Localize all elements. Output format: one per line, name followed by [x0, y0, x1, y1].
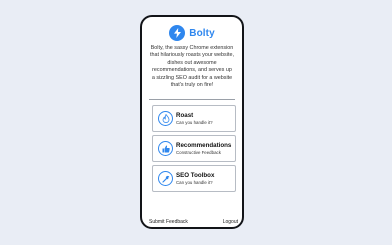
app-header: Bolty: [142, 25, 242, 41]
seo-toolbox-card[interactable]: SEO Toolbox Can you handle it?: [152, 165, 236, 192]
extension-popup: Bolty Bolty, the sassy Chrome extension …: [140, 15, 244, 229]
divider: [149, 99, 235, 100]
thumbs-up-icon: [158, 141, 173, 156]
footer: Submit Feedback Logout: [149, 219, 238, 225]
wrench-icon: [158, 171, 173, 186]
recommendations-card[interactable]: Recommendations Constructive Feedback: [152, 135, 236, 162]
submit-feedback-link[interactable]: Submit Feedback: [149, 219, 188, 225]
logout-link[interactable]: Logout: [223, 219, 238, 225]
card-title: Roast: [176, 111, 194, 119]
app-title: Bolty: [189, 27, 215, 39]
app-description: Bolty, the sassy Chrome extension that h…: [150, 45, 234, 89]
card-title: Recommendations: [176, 141, 232, 149]
flame-icon: [158, 111, 173, 126]
card-subtitle: Constructive Feedback: [176, 149, 221, 155]
lightning-bolt-icon: [169, 25, 186, 41]
card-subtitle: Can you handle it?: [176, 179, 213, 185]
card-subtitle: Can you handle it?: [176, 119, 213, 125]
card-title: SEO Toolbox: [176, 171, 215, 179]
roast-card[interactable]: Roast Can you handle it?: [152, 105, 236, 132]
